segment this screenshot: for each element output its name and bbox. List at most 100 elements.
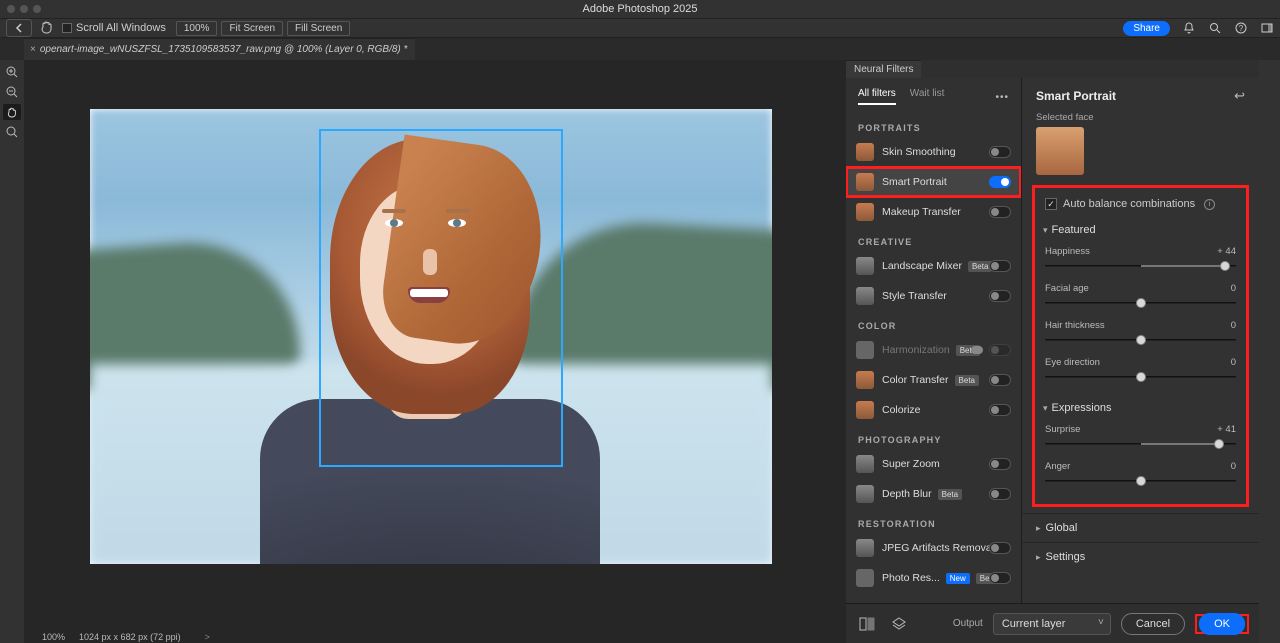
toggle-skin-smoothing[interactable] xyxy=(989,146,1011,158)
cat-portraits: PORTRAITS xyxy=(846,113,1021,137)
cat-color: COLOR xyxy=(846,311,1021,335)
auto-balance-label: Auto balance combinations xyxy=(1063,198,1195,210)
close-tab-icon[interactable]: × xyxy=(30,44,36,55)
status-bar: 100% 1024 px x 682 px (72 ppi) > xyxy=(42,631,210,643)
document-tab[interactable]: × openart-image_wNUSZFSL_1735109583537_r… xyxy=(24,38,415,60)
slider-facial-age[interactable]: Facial age0 xyxy=(1041,279,1240,316)
zoom-percent[interactable]: 100% xyxy=(176,21,218,36)
ok-button[interactable]: OK xyxy=(1199,613,1245,635)
panel-footer: Output Current layer Cancel OK xyxy=(846,603,1259,643)
cloud-download-icon[interactable] xyxy=(971,346,983,354)
panel-tab-label[interactable]: Neural Filters xyxy=(846,60,921,78)
toggle-harmonization[interactable] xyxy=(989,344,1011,356)
filter-depth-blur[interactable]: Depth Blur Beta xyxy=(846,479,1021,509)
zoom-tool[interactable] xyxy=(3,124,21,140)
close-dot[interactable] xyxy=(7,5,15,13)
bell-icon[interactable] xyxy=(1182,21,1196,35)
search-icon[interactable] xyxy=(1208,21,1222,35)
face-detection-box xyxy=(319,129,563,467)
max-dot[interactable] xyxy=(33,5,41,13)
section-expressions[interactable]: ▾ Expressions xyxy=(1041,398,1240,420)
toggle-depth-blur[interactable] xyxy=(989,488,1011,500)
chevron-down-icon: ▾ xyxy=(1043,225,1048,236)
document-tab-bar: × openart-image_wNUSZFSL_1735109583537_r… xyxy=(0,38,1280,60)
cancel-button[interactable]: Cancel xyxy=(1121,613,1185,635)
filter-harmonization[interactable]: Harmonization Beta xyxy=(846,335,1021,365)
filter-smart-portrait[interactable]: Smart Portrait xyxy=(846,167,1021,197)
app-title: Adobe Photoshop 2025 xyxy=(583,3,698,15)
detail-title: Smart Portrait xyxy=(1036,89,1116,103)
right-dock-strip xyxy=(1259,60,1280,643)
toggle-smart-portrait[interactable] xyxy=(989,176,1011,188)
more-icon[interactable]: ••• xyxy=(995,92,1009,103)
filter-style-transfer[interactable]: Style Transfer xyxy=(846,281,1021,311)
slider-hair-thickness[interactable]: Hair thickness0 xyxy=(1041,316,1240,353)
slider-anger[interactable]: Anger0 xyxy=(1041,457,1240,494)
section-featured[interactable]: ▾ Featured xyxy=(1041,220,1240,242)
filter-jpeg-artifacts[interactable]: JPEG Artifacts Removal xyxy=(846,533,1021,563)
cat-restoration: RESTORATION xyxy=(846,509,1021,533)
section-global[interactable]: ▸ Global xyxy=(1022,513,1259,542)
toggle-landscape-mixer[interactable] xyxy=(989,260,1011,272)
titlebar: Adobe Photoshop 2025 xyxy=(0,0,1280,18)
zoom-in-tool[interactable] xyxy=(3,64,21,80)
filter-color-transfer[interactable]: Color Transfer Beta xyxy=(846,365,1021,395)
workspace-icon[interactable] xyxy=(1260,21,1274,35)
toggle-photo-restoration[interactable] xyxy=(989,572,1011,584)
status-dims: 1024 px x 682 px (72 ppi) xyxy=(79,632,181,642)
min-dot[interactable] xyxy=(20,5,28,13)
hand-tool[interactable] xyxy=(3,104,21,120)
tab-wait-list[interactable]: Wait list xyxy=(910,88,945,105)
cat-photography: PHOTOGRAPHY xyxy=(846,425,1021,449)
filter-photo-restoration[interactable]: Photo Res... New Beta xyxy=(846,563,1021,593)
hand-tool-icon xyxy=(40,20,54,37)
neural-filters-panel: Neural Filters All filters Wait list •••… xyxy=(846,60,1259,643)
chevron-right-icon: ▸ xyxy=(1036,523,1041,534)
scroll-all-label: Scroll All Windows xyxy=(76,22,166,34)
chevron-right-icon: ▸ xyxy=(1036,552,1041,563)
selected-face-thumb[interactable] xyxy=(1036,127,1084,175)
preview-toggle-icon[interactable] xyxy=(856,613,878,635)
filter-landscape-mixer[interactable]: Landscape Mixer Beta xyxy=(846,251,1021,281)
info-icon[interactable]: i xyxy=(1204,199,1215,210)
auto-balance-checkbox[interactable]: ✓ xyxy=(1045,198,1057,210)
section-settings[interactable]: ▸ Settings xyxy=(1022,542,1259,571)
document-tab-label: openart-image_wNUSZFSL_1735109583537_raw… xyxy=(40,44,408,55)
fill-screen-button[interactable]: Fill Screen xyxy=(287,21,350,36)
slider-eye-direction[interactable]: Eye direction0 xyxy=(1041,353,1240,390)
output-label: Output xyxy=(953,618,983,629)
canvas-area[interactable]: 100% 1024 px x 682 px (72 ppi) > xyxy=(24,60,846,643)
document-canvas[interactable] xyxy=(90,109,772,564)
filter-colorize[interactable]: Colorize xyxy=(846,395,1021,425)
toggle-jpeg-artifacts[interactable] xyxy=(989,542,1011,554)
toggle-color-transfer[interactable] xyxy=(989,374,1011,386)
toggle-super-zoom[interactable] xyxy=(989,458,1011,470)
zoom-out-tool[interactable] xyxy=(3,84,21,100)
share-button[interactable]: Share xyxy=(1123,21,1170,36)
chevron-down-icon: ▾ xyxy=(1043,403,1048,414)
cat-creative: CREATIVE xyxy=(846,227,1021,251)
filter-makeup-transfer[interactable]: Makeup Transfer xyxy=(846,197,1021,227)
slider-happiness[interactable]: Happiness+ 44 xyxy=(1041,242,1240,279)
slider-surprise[interactable]: Surprise+ 41 xyxy=(1041,420,1240,457)
scroll-all-checkbox[interactable] xyxy=(62,23,72,33)
layers-icon[interactable] xyxy=(888,613,910,635)
status-caret-icon[interactable]: > xyxy=(205,632,210,642)
toggle-makeup-transfer[interactable] xyxy=(989,206,1011,218)
window-controls[interactable] xyxy=(0,5,41,13)
toggle-colorize[interactable] xyxy=(989,404,1011,416)
filter-super-zoom[interactable]: Super Zoom xyxy=(846,449,1021,479)
help-icon[interactable]: ? xyxy=(1234,21,1248,35)
options-bar: Scroll All Windows 100% Fit Screen Fill … xyxy=(0,18,1280,38)
output-select[interactable]: Current layer xyxy=(993,613,1111,635)
selected-face-label: Selected face xyxy=(1022,112,1259,127)
reset-icon[interactable]: ↩ xyxy=(1234,88,1245,104)
toggle-style-transfer[interactable] xyxy=(989,290,1011,302)
filter-detail-panel: Smart Portrait ↩ Selected face ✓ Auto ba… xyxy=(1022,78,1259,603)
home-back-button[interactable] xyxy=(6,19,32,37)
tab-all-filters[interactable]: All filters xyxy=(858,88,896,105)
highlighted-controls: ✓ Auto balance combinations i ▾ Featured… xyxy=(1032,185,1249,507)
fit-screen-button[interactable]: Fit Screen xyxy=(221,21,283,36)
status-zoom: 100% xyxy=(42,632,65,642)
filter-skin-smoothing[interactable]: Skin Smoothing xyxy=(846,137,1021,167)
